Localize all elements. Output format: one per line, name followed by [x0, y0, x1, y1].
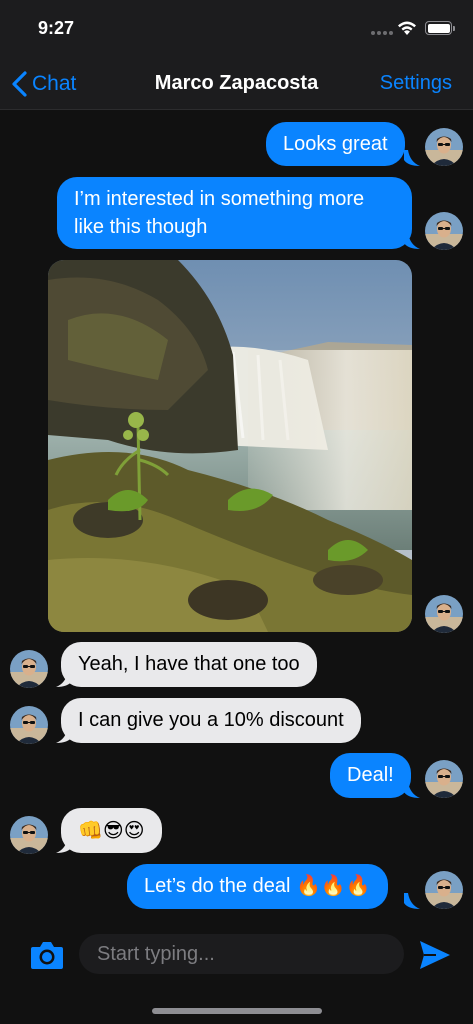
message-text: Yeah, I have that one too — [78, 653, 300, 675]
bubble-tail — [404, 893, 420, 909]
message-text: I can give you a 10% discount — [78, 709, 344, 731]
chevron-left-icon — [12, 71, 27, 97]
message-bubble-outgoing[interactable]: Deal! — [330, 753, 411, 798]
back-button[interactable]: Chat — [10, 70, 76, 98]
battery-icon — [425, 21, 455, 35]
message-bubble-outgoing[interactable]: I’m interested in something more like th… — [57, 177, 412, 249]
send-icon[interactable] — [418, 938, 452, 972]
settings-button[interactable]: Settings — [380, 72, 452, 95]
home-indicator — [152, 1008, 322, 1014]
message-bubble-incoming[interactable]: 👊😎😍 — [61, 808, 162, 853]
camera-icon[interactable] — [30, 940, 64, 970]
avatar[interactable] — [425, 212, 463, 250]
bubble-tail — [404, 150, 420, 166]
message-bubble-outgoing[interactable]: Let’s do the deal 🔥🔥🔥 — [127, 864, 388, 909]
message-bubble-incoming[interactable]: I can give you a 10% discount — [61, 698, 361, 743]
nav-bar: Chat Marco Zapacosta Settings — [0, 58, 473, 110]
avatar[interactable] — [425, 871, 463, 909]
back-label: Chat — [32, 72, 77, 95]
status-bar: 9:27 — [0, 0, 473, 58]
avatar[interactable] — [10, 816, 48, 854]
message-photo[interactable] — [48, 260, 412, 632]
message-text: Looks great — [283, 133, 388, 155]
message-bubble-outgoing[interactable]: Looks great — [266, 122, 405, 166]
avatar[interactable] — [425, 128, 463, 166]
message-text: Let’s do the deal 🔥🔥🔥 — [144, 875, 371, 897]
message-text-line: like this though — [74, 216, 208, 238]
message-bubble-incoming[interactable]: Yeah, I have that one too — [61, 642, 317, 687]
message-input[interactable] — [79, 934, 404, 974]
message-text: Deal! — [347, 764, 394, 786]
status-time: 9:27 — [38, 18, 75, 38]
message-list[interactable]: Looks great I’m interested in something … — [0, 110, 473, 920]
message-text-line: I’m interested in something more — [74, 188, 365, 210]
signal-icon — [371, 31, 393, 35]
avatar[interactable] — [425, 760, 463, 798]
avatar[interactable] — [10, 650, 48, 688]
avatar[interactable] — [10, 706, 48, 744]
bubble-tail — [404, 233, 420, 249]
battery-level — [427, 23, 450, 33]
avatar[interactable] — [425, 595, 463, 633]
message-text: 👊😎😍 — [78, 818, 145, 842]
wifi-icon — [398, 21, 416, 35]
waterfall-photo — [48, 260, 412, 632]
bubble-tail — [404, 782, 420, 798]
composer-bar — [0, 920, 473, 1024]
